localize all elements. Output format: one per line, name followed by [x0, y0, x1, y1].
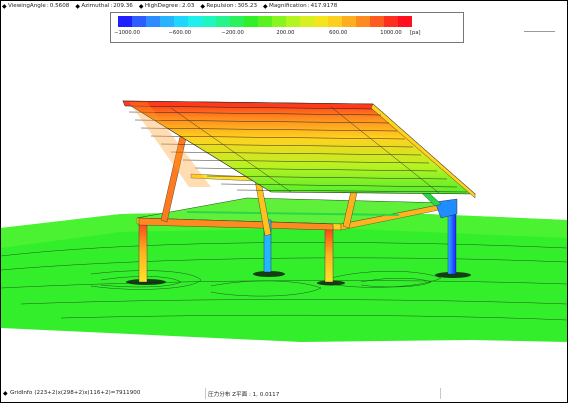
magnification-key: Magnification	[269, 3, 307, 9]
legend-color-cell	[258, 16, 272, 27]
status-bar: ◆ GridInfo (223+2)x(298+2)x(116+2)=79119…	[0, 388, 566, 400]
grid-info-value: (223+2)x(298+2)x(116+2)=7911900	[34, 390, 141, 396]
viewing-angle-value: 0.5608	[49, 3, 70, 9]
status-separator	[205, 388, 206, 399]
repulsion-readout: ◆ Repulsion:305.23	[200, 2, 258, 10]
legend-tick-label: 1000.00	[380, 30, 402, 36]
diamond-icon: ◆	[2, 2, 7, 10]
diamond-icon: ◆	[200, 2, 206, 10]
legend-color-cell	[272, 16, 286, 27]
legend-line-sample	[524, 31, 555, 32]
diamond-icon: ◆	[75, 2, 80, 10]
legend-color-cell	[398, 16, 412, 27]
azimuthal-key: Azimuthal	[81, 3, 110, 9]
legend-color-cell	[356, 16, 370, 27]
high-degree-readout: ◆ HighDegree:2.03	[138, 2, 195, 10]
legend-tick-label: 600.00	[329, 30, 348, 36]
legend-color-cell	[384, 16, 398, 27]
magnification-readout: ◆ Magnification:417.9178	[263, 2, 338, 10]
legend-color-cell	[300, 16, 314, 27]
legend-color-cell	[188, 16, 202, 27]
legend-color-cell	[230, 16, 244, 27]
legend-color-cell	[202, 16, 216, 27]
legend-color-cell	[160, 16, 174, 27]
legend-tick-label: −200.00	[221, 30, 244, 36]
legend-color-cell	[328, 16, 342, 27]
legend-color-cell	[216, 16, 230, 27]
grid-info-label: GridInfo	[10, 390, 33, 396]
legend-color-scale	[118, 16, 412, 27]
back-right-leg	[447, 207, 457, 275]
status-separator	[440, 388, 441, 399]
grid-info: ◆ GridInfo (223+2)x(298+2)x(116+2)=79119…	[3, 390, 140, 396]
legend-tick-label: −1000.00	[114, 30, 140, 36]
legend-color-cell	[286, 16, 300, 27]
viewing-angle-readout: ◆ ViewingAngle:0.5608	[2, 2, 70, 10]
pressure-color-legend: −1000.00 −600.00 −200.00 200.00 600.00 1000.0…	[110, 12, 555, 43]
diamond-icon: ◆	[3, 389, 8, 397]
viewing-angle-key: ViewingAngle	[8, 3, 46, 9]
pressure-simulation-viewport[interactable]	[1, 42, 567, 382]
legend-color-cell	[342, 16, 356, 27]
azimuthal-value: 209.36	[113, 3, 133, 9]
view-parameters-bar: ◆ ViewingAngle:0.5608 ◆ Azimuthal:209.36 ◆…	[2, 1, 337, 11]
legend-color-cell	[132, 16, 146, 27]
legend-color-cell	[174, 16, 188, 27]
legend-color-cell	[118, 16, 132, 27]
legend-color-cell	[314, 16, 328, 27]
azimuthal-readout: ◆ Azimuthal:209.36	[75, 2, 133, 10]
legend-color-cell	[244, 16, 258, 27]
front-left-leg	[138, 219, 148, 283]
legend-color-cell	[370, 16, 384, 27]
high-degree-value: 2.03	[181, 3, 195, 9]
plane-info: 圧力分布 Z平面 : 1, 0.0117	[208, 392, 280, 398]
diamond-icon: ◆	[263, 2, 268, 10]
repulsion-value: 305.23	[237, 3, 258, 9]
legend-color-cell	[146, 16, 160, 27]
diamond-icon: ◆	[138, 2, 144, 10]
legend-tick-label: −600.00	[168, 30, 192, 36]
legend-tick-label: 200.00	[276, 30, 295, 36]
magnification-value: 417.9178	[310, 3, 338, 9]
repulsion-key: Repulsion	[206, 3, 234, 9]
high-degree-key: HighDegree	[144, 3, 179, 9]
front-right-leg	[324, 225, 334, 283]
legend-unit-label: [pa]	[410, 30, 421, 36]
